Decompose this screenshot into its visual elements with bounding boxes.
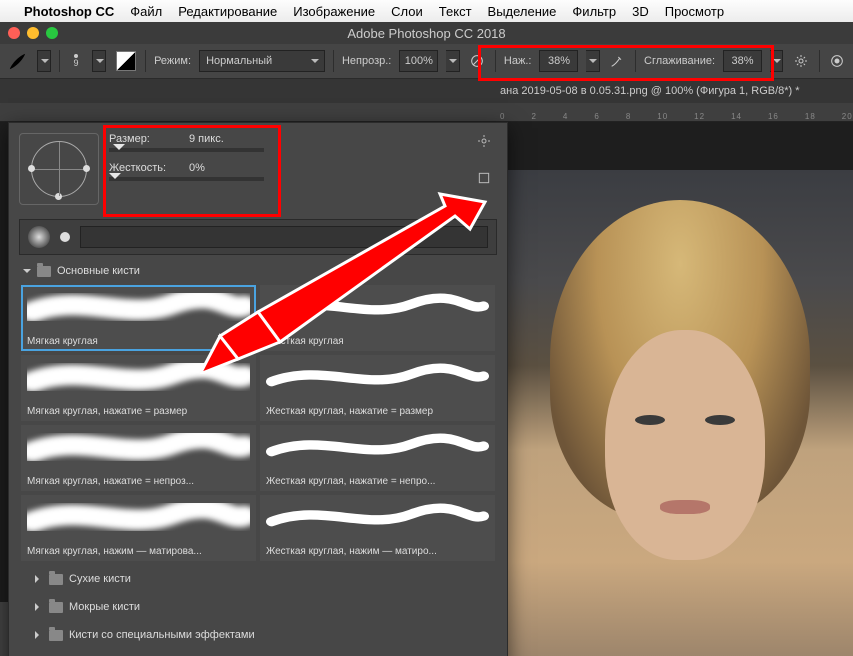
brush-preview-hard-icon[interactable] — [60, 232, 70, 242]
menu-layers[interactable]: Слои — [391, 4, 423, 19]
brush-panel-toggle-icon[interactable] — [114, 48, 137, 74]
mac-menubar: Photoshop CC Файл Редактирование Изображ… — [0, 0, 853, 22]
brush-label: Мягкая круглая, нажатие = непроз... — [27, 476, 250, 487]
folder-icon — [37, 266, 51, 277]
brush-preset-1[interactable]: Жесткая круглая — [260, 285, 495, 351]
brush-label: Жесткая круглая, нажим — матиро... — [266, 546, 489, 557]
smoothing-dropdown[interactable] — [770, 50, 783, 72]
folder-main-brushes[interactable]: Основные кисти — [19, 255, 497, 283]
brush-search-bar — [19, 219, 497, 255]
brush-label: Жесткая круглая, нажатие = размер — [266, 406, 489, 417]
window-titlebar: Adobe Photoshop CC 2018 — [0, 22, 853, 44]
mode-label: Режим: — [154, 55, 191, 67]
panel-resize-handle[interactable] — [19, 647, 497, 656]
tool-preset-dropdown[interactable] — [37, 50, 51, 72]
options-bar: 9 Режим: Нормальный Непрозр.: 100% Наж.:… — [0, 44, 853, 79]
folder-collapsed-0[interactable]: Сухие кисти — [19, 563, 497, 591]
window-title: Adobe Photoshop CC 2018 — [0, 26, 853, 41]
brush-label: Мягкая круглая, нажатие = размер — [27, 406, 250, 417]
pressure-opacity-icon[interactable] — [468, 50, 487, 72]
menu-file[interactable]: Файл — [130, 4, 162, 19]
hardness-slider[interactable] — [109, 177, 264, 181]
menu-3d[interactable]: 3D — [632, 4, 649, 19]
brush-preset-5[interactable]: Жесткая круглая, нажатие = непро... — [260, 425, 495, 491]
menu-view[interactable]: Просмотр — [665, 4, 724, 19]
brush-preset-7[interactable]: Жесткая круглая, нажим — матиро... — [260, 495, 495, 561]
flow-dropdown[interactable] — [586, 50, 599, 72]
brush-preset-4[interactable]: Мягкая круглая, нажатие = непроз... — [21, 425, 256, 491]
smoothing-options-icon[interactable] — [791, 50, 810, 72]
folder-icon — [49, 574, 63, 585]
brush-preset-dropdown[interactable] — [92, 50, 106, 72]
menu-text[interactable]: Текст — [439, 4, 472, 19]
hardness-label: Жесткость: — [109, 162, 189, 174]
menu-image[interactable]: Изображение — [293, 4, 375, 19]
opacity-input[interactable]: 100% — [399, 50, 438, 72]
brush-search-input[interactable] — [80, 226, 488, 248]
brush-preset-2[interactable]: Мягкая круглая, нажатие = размер — [21, 355, 256, 421]
brush-tool-icon[interactable] — [6, 48, 29, 74]
folder-icon — [49, 602, 63, 613]
brush-label: Жесткая круглая, нажатие = непро... — [266, 476, 489, 487]
blend-mode-select[interactable]: Нормальный — [199, 50, 325, 72]
size-value[interactable]: 9 пикс. — [189, 133, 259, 145]
flow-label: Наж.: — [504, 55, 532, 67]
folder-collapsed-1[interactable]: Мокрые кисти — [19, 591, 497, 619]
folder-collapsed-2[interactable]: Кисти со специальными эффектами — [19, 619, 497, 647]
panel-settings-icon[interactable] — [476, 133, 492, 152]
opacity-dropdown[interactable] — [446, 50, 459, 72]
smoothing-label: Сглаживание: — [644, 55, 715, 67]
brush-preset-6[interactable]: Мягкая круглая, нажим — матирова... — [21, 495, 256, 561]
app-name[interactable]: Photoshop CC — [24, 4, 114, 19]
new-preset-icon[interactable] — [476, 170, 492, 189]
brush-grid: Мягкая круглая Жесткая круглая Мягкая круг… — [19, 283, 497, 563]
size-slider[interactable] — [109, 148, 264, 152]
horizontal-ruler: 024 6810 121416 182022 — [0, 103, 853, 122]
brush-label: Мягкая круглая — [27, 336, 250, 347]
brush-angle-widget[interactable] — [19, 133, 99, 205]
folder-icon — [49, 630, 63, 641]
flow-input[interactable]: 38% — [539, 50, 578, 72]
menu-select[interactable]: Выделение — [488, 4, 557, 19]
airbrush-icon[interactable] — [608, 50, 627, 72]
smoothing-input[interactable]: 38% — [723, 50, 762, 72]
pressure-size-icon[interactable] — [828, 50, 847, 72]
hardness-value[interactable]: 0% — [189, 162, 259, 174]
opacity-label: Непрозр.: — [342, 55, 391, 67]
menu-filter[interactable]: Фильтр — [572, 4, 616, 19]
canvas-image[interactable] — [490, 170, 853, 656]
brush-preview-thumb[interactable]: 9 — [68, 54, 84, 68]
brush-preset-3[interactable]: Жесткая круглая, нажатие = размер — [260, 355, 495, 421]
brush-preset-0[interactable]: Мягкая круглая — [21, 285, 256, 351]
document-tab[interactable]: ана 2019-05-08 в 0.05.31.png @ 100% (Фиг… — [500, 85, 800, 97]
brush-preset-panel: Размер: 9 пикс. Жесткость: 0% — [8, 122, 508, 656]
document-tab-bar: ана 2019-05-08 в 0.05.31.png @ 100% (Фиг… — [0, 79, 853, 103]
brush-preview-soft-icon[interactable] — [28, 226, 50, 248]
menu-edit[interactable]: Редактирование — [178, 4, 277, 19]
brush-label: Жесткая круглая — [266, 336, 489, 347]
brush-label: Мягкая круглая, нажим — матирова... — [27, 546, 250, 557]
